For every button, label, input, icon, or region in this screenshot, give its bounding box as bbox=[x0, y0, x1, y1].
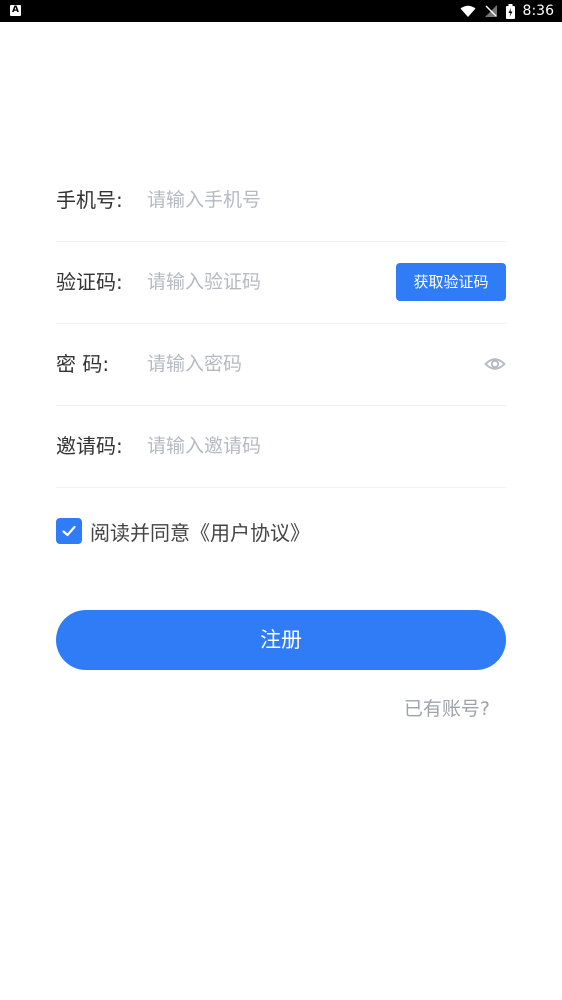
invite-row: 邀请码: bbox=[56, 405, 506, 488]
status-time: 8:36 bbox=[522, 3, 554, 19]
phone-row: 手机号: bbox=[56, 159, 506, 242]
agreement-checkbox[interactable] bbox=[56, 518, 82, 544]
status-bar: A 8:36 bbox=[0, 0, 562, 22]
agreement: 阅读并同意《用户协议》 bbox=[56, 517, 310, 545]
phone-input[interactable] bbox=[147, 159, 377, 241]
check-icon bbox=[62, 525, 76, 537]
register-button[interactable]: 注册 bbox=[56, 610, 506, 670]
phone-label: 手机号: bbox=[56, 188, 123, 212]
status-icons: 8:36 bbox=[460, 0, 554, 22]
invite-input[interactable] bbox=[147, 405, 377, 487]
wifi-icon bbox=[460, 5, 476, 18]
get-code-button[interactable]: 获取验证码 bbox=[396, 263, 506, 301]
notification-icon: A bbox=[10, 5, 21, 16]
code-input[interactable] bbox=[147, 241, 377, 323]
login-link[interactable]: 已有账号? bbox=[404, 694, 490, 721]
password-input[interactable] bbox=[147, 323, 377, 405]
password-row: 密 码: bbox=[56, 323, 506, 406]
eye-icon[interactable] bbox=[484, 353, 506, 375]
agreement-text[interactable]: 阅读并同意《用户协议》 bbox=[90, 517, 310, 546]
invite-label: 邀请码: bbox=[56, 434, 123, 458]
code-row: 验证码: 获取验证码 bbox=[56, 241, 506, 324]
code-label: 验证码: bbox=[56, 270, 123, 294]
password-label: 密 码: bbox=[56, 352, 110, 376]
battery-charging-icon bbox=[505, 3, 515, 19]
signal-off-icon bbox=[484, 4, 498, 18]
